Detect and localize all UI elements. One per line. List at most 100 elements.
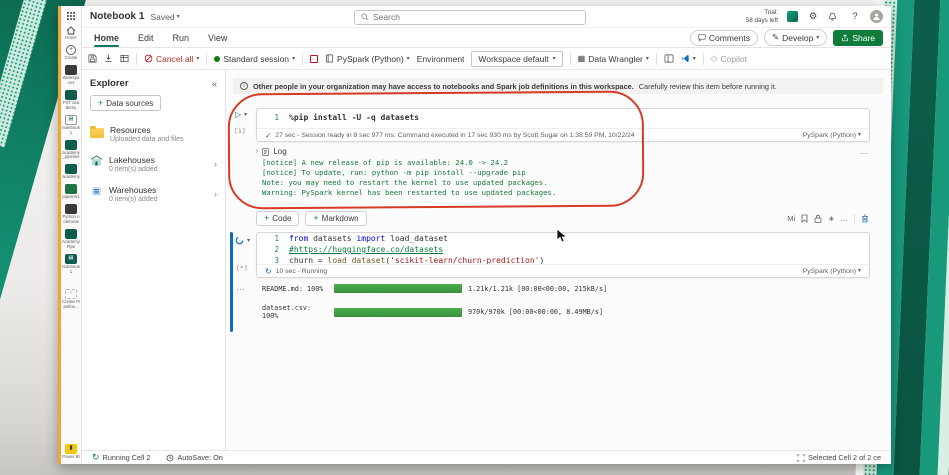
cell2-execution-count: [*] [236,264,248,272]
cancel-all-button[interactable]: Cancel all ▾ [144,54,199,64]
add-cell-row: + Code + Markdown Mi ∗ … [256,211,869,226]
delete-cell-icon[interactable] [861,214,869,223]
explorer-item-lakehouses[interactable]: Lakehouses 0 item(s) added › [82,149,225,179]
more-options-icon[interactable]: … [841,214,849,223]
workspace-select-value: Workspace default [478,54,548,64]
collapse-panel-icon[interactable]: « [212,79,217,89]
nav-launcher[interactable] [61,11,81,21]
help-icon[interactable]: ? [849,12,861,22]
vscode-button[interactable]: ▾ [681,54,696,63]
add-markdown-button[interactable]: + Markdown [305,211,366,226]
plus-circle-icon: + [66,45,76,55]
fabric-app-icon[interactable] [787,11,798,22]
search-icon [361,13,369,21]
output-more-icon[interactable]: … [236,282,246,292]
lakehouse-icon [90,155,103,167]
cell1-kernel-selector[interactable]: PySpark (Python) ▾ [803,132,861,139]
run-cell-icon[interactable]: ▷ [235,111,241,119]
export-table-button[interactable] [120,54,129,63]
sidebar-item-power-bi[interactable]: ▮ Power BI [61,444,81,460]
language-dropdown[interactable]: PySpark (Python) ▾ [325,54,410,64]
import-button[interactable] [104,54,113,63]
account-avatar[interactable] [870,10,883,23]
new-item-icon: + [65,289,77,299]
bookmark-icon[interactable] [801,214,808,223]
workspace-select[interactable]: Workspace default ▾ [471,51,562,67]
workspace-access-banner: i Other people in your organization may … [233,78,883,94]
search-input[interactable] [373,12,579,22]
code-comment-link[interactable]: #https://huggingface.co/datasets [289,245,443,255]
autosave-status[interactable]: AutoSave: On [166,453,222,462]
explorer-item-resources[interactable]: Resources Uploaded data and files [82,119,225,149]
cell2-status-row: ↻ 10 sec - Running PySpark (Python) ▾ [257,264,869,277]
code-text: datasets [308,234,356,243]
settings-gear-icon[interactable]: ⚙ [807,12,819,22]
sidebar-item-label: AcademyPipe [61,240,81,250]
share-icon [841,34,849,42]
sidebar-item-python-notebook[interactable]: Python notebook [61,204,81,225]
save-status[interactable]: Saved ▾ [150,12,179,22]
comments-button[interactable]: Comments [690,30,758,46]
chevron-down-icon[interactable]: ▾ [244,112,247,118]
tab-run[interactable]: Run [171,30,192,46]
develop-button[interactable]: ✎ Develop ▾ [764,29,827,46]
chevron-down-icon: ▾ [553,56,556,62]
move-cell-badge[interactable]: Mi [787,214,795,223]
add-code-button[interactable]: + Code [256,211,299,226]
layout-button[interactable] [664,54,674,63]
code-cell-2[interactable]: 1 from datasets import load_dataset 2 #h… [256,232,870,278]
cell2-code-line[interactable]: 2 #https://huggingface.co/datasets [257,244,869,255]
more-options-icon[interactable]: … [860,147,869,156]
download-progress-row: dataset.csv: 100% 970k/970k [00:00<00:00… [262,304,603,320]
chevron-down-icon[interactable]: ▾ [247,238,250,244]
cell1-code-line[interactable]: 1 %pip install -U -q datasets [257,109,869,123]
freeze-icon[interactable]: ∗ [828,214,834,223]
share-button[interactable]: Share [833,30,883,46]
explorer-item-warehouses[interactable]: Warehouses 0 item(s) added › [82,179,225,209]
lock-icon[interactable] [814,214,822,223]
save-button[interactable] [88,54,97,63]
line-number: 1 [265,234,279,244]
notebook-icon [65,204,77,214]
global-search[interactable] [354,10,586,25]
chevron-right-icon[interactable]: › [214,189,217,199]
sidebar-item-pst-academy[interactable]: PST academy [61,90,81,111]
cell2-run-controls[interactable]: ▾ [235,236,250,245]
tab-view[interactable]: View [206,30,229,46]
sidebar-item-create-pipeline[interactable]: + Create Pipeline... [61,289,81,310]
sidebar-item-academy[interactable]: academy [61,164,81,180]
sidebar-item-pipeline1[interactable]: pipeline1 [61,184,81,200]
notifications-bell-icon[interactable] [828,12,840,21]
chevron-right-icon[interactable]: › [256,148,258,155]
cell2-kernel-selector[interactable]: PySpark (Python) ▾ [803,268,861,275]
sidebar-item-workspaces[interactable]: Workspaces [61,65,81,86]
add-data-sources-button[interactable]: + Data sources [90,95,161,111]
sidebar-item-academy-pipeline[interactable]: academy_pipeline [61,140,81,161]
selected-label: Selected Cell 2 of 2 ce [808,453,881,462]
log-toggle-row[interactable]: › Log … [256,147,869,156]
sidebar-item-home[interactable]: Home [61,25,81,41]
sidebar-item-notebook1[interactable]: ▤ notebook 1 [61,254,81,275]
sidebar-item-academypipe[interactable]: AcademyPipe [61,229,81,250]
stop-session-icon[interactable] [310,55,318,63]
sidebar-item-notebook1-active[interactable]: ▤ notebook 1 [61,115,81,136]
cell-selection-bar [230,232,233,332]
sidebar-item-label: PST academy [61,101,81,111]
cell1-run-controls[interactable]: ▷ ▾ [235,111,247,119]
environment-button[interactable]: Environment [417,54,465,64]
tab-home[interactable]: Home [92,30,121,46]
tab-edit[interactable]: Edit [136,30,156,46]
cell2-code-line[interactable]: 1 from datasets import load_dataset [257,233,869,244]
trial-line2: 58 days left [746,17,778,24]
chevron-down-icon: ▾ [858,268,861,274]
copilot-button[interactable]: ◇ Copilot [711,53,747,64]
divider [656,53,657,65]
sidebar-item-label: Python notebook [61,215,81,225]
chevron-right-icon[interactable]: › [214,159,217,169]
environment-label: Environment [417,54,465,64]
session-status-dropdown[interactable]: Standard session ▾ [214,54,295,64]
code-cell-1[interactable]: 1 %pip install -U -q datasets ✓ 27 sec -… [256,108,870,142]
data-wrangler-dropdown[interactable]: ▦ Data Wrangler ▾ [578,54,649,64]
sidebar-item-create[interactable]: + Create [61,45,81,61]
output-line: [notice] To update, run: python -m pip i… [262,168,556,178]
